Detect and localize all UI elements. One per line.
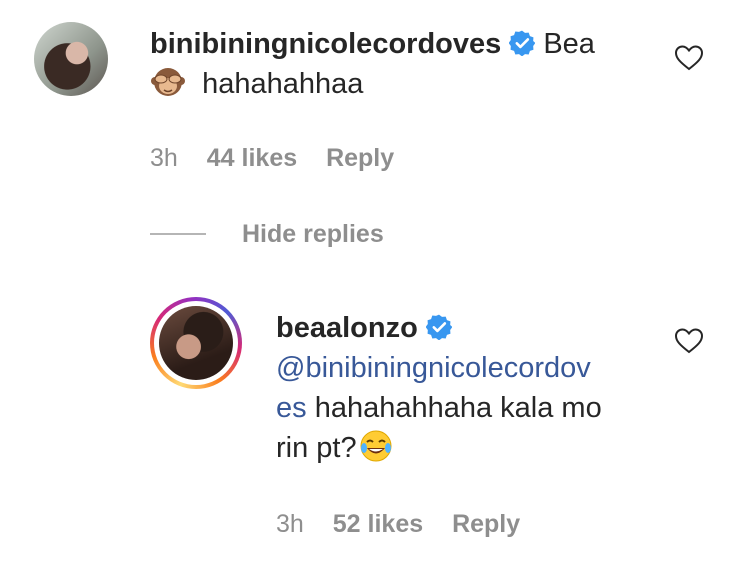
reply-mention-link-cont[interactable]: es [276,392,307,424]
hide-replies-button[interactable]: Hide replies [150,216,384,252]
comment-text-line2: hahahahhaa [202,68,364,100]
like-heart-icon[interactable] [674,44,704,72]
comment-likes[interactable]: 44 likes [207,144,297,172]
verified-badge-icon [509,30,536,56]
hide-replies-divider [150,233,206,235]
comment-time: 3h [150,144,178,172]
face-with-tears-of-joy-icon [360,430,392,462]
commenter-avatar[interactable] [34,22,108,96]
comment-body: binibiningnicolecordoves Bea hahahahhaa [150,24,595,104]
reply-text-line2: hahahahhaha kala mo [314,392,602,424]
reply-meta: 3h 52 likes Reply [276,510,542,539]
comment-reply-button[interactable]: Reply [326,144,394,172]
hide-replies-label: Hide replies [242,219,384,248]
comment-meta: 3h 44 likes Reply [150,144,416,173]
reply-like-heart-icon[interactable] [674,327,704,355]
reply-username[interactable]: beaalonzo [276,312,418,344]
reply-time: 3h [276,510,304,538]
reply-likes[interactable]: 52 likes [333,510,423,538]
comment-text-line1: Bea [543,28,595,60]
reply-mention-link[interactable]: @binibiningnicolecordov [276,352,591,384]
reply-reply-button[interactable]: Reply [452,510,520,538]
reply-body: beaalonzo @binibiningnicolecordov es hah… [276,308,602,468]
reply-avatar[interactable] [150,297,242,389]
commenter-username[interactable]: binibiningnicolecordoves [150,28,501,60]
see-no-evil-monkey-icon [151,68,185,96]
reply-text-line3: rin pt? [276,432,357,464]
verified-badge-icon [425,314,452,340]
